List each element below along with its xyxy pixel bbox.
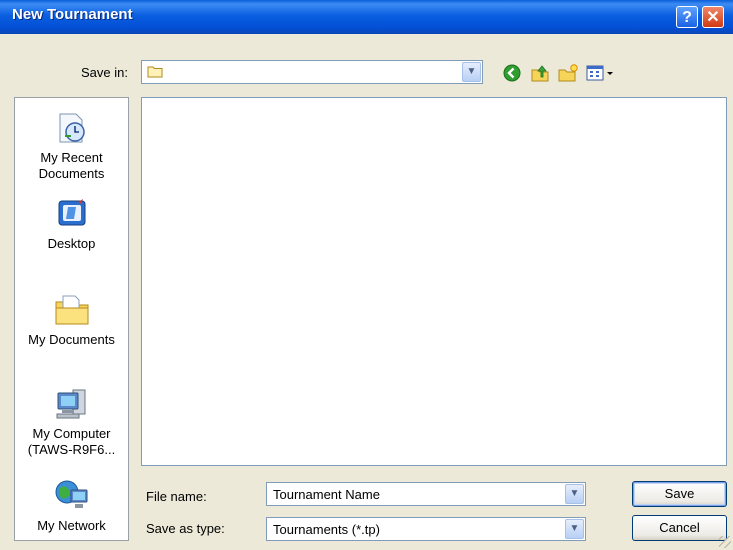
place-my-documents[interactable]: My Documents	[15, 290, 128, 348]
my-network-icon	[55, 480, 87, 508]
save-as-type-value: Tournaments (*.tp)	[273, 522, 380, 537]
place-my-computer[interactable]: My Computer (TAWS-R9F6...	[15, 384, 128, 458]
resize-grip[interactable]	[719, 536, 731, 548]
file-name-combo[interactable]: Tournament Name ▼	[266, 482, 586, 506]
place-my-network[interactable]: My Network	[15, 476, 128, 534]
file-list[interactable]	[141, 97, 727, 466]
my-computer-icon	[56, 389, 85, 419]
back-button[interactable]	[501, 62, 523, 84]
save-in-dropdown-button[interactable]: ▼	[462, 62, 481, 82]
place-label: My Computer (TAWS-R9F6...	[27, 426, 116, 457]
title-bar[interactable]: New Tournament ? ✕	[0, 0, 733, 34]
save-in-combo[interactable]: ▼	[141, 60, 483, 84]
desktop-icon	[58, 199, 85, 226]
place-my-recent-documents[interactable]: My Recent Documents	[15, 110, 128, 182]
my-documents-icon	[55, 295, 88, 325]
chevron-down-icon: ▼	[466, 66, 477, 77]
file-name-input[interactable]: Tournament Name	[273, 487, 380, 502]
file-name-label: File name:	[146, 489, 207, 504]
close-icon: ✕	[706, 9, 720, 26]
place-label: My Network	[37, 518, 106, 533]
up-folder-button[interactable]	[529, 62, 551, 84]
new-folder-icon	[558, 64, 578, 82]
window-title: New Tournament	[12, 6, 133, 23]
cancel-button[interactable]: Cancel	[632, 515, 727, 541]
question-icon: ?	[682, 9, 692, 26]
views-menu-button[interactable]	[585, 62, 619, 84]
save-as-type-label: Save as type:	[146, 521, 225, 536]
save-as-type-dropdown-button[interactable]: ▼	[565, 519, 584, 539]
chevron-down-icon: ▼	[569, 523, 580, 534]
save-in-label: Save in:	[81, 65, 128, 80]
place-label: My Recent Documents	[38, 150, 105, 181]
save-dialog: New Tournament ? ✕ Save in: ▼ My Recent …	[0, 0, 733, 550]
back-icon	[503, 64, 521, 82]
new-folder-button[interactable]	[557, 62, 579, 84]
place-label: Desktop	[47, 236, 96, 251]
place-desktop[interactable]: Desktop	[15, 196, 128, 252]
help-button[interactable]: ?	[676, 6, 698, 28]
recent-documents-icon	[59, 113, 85, 143]
folder-icon	[147, 66, 163, 78]
views-menu-icon	[586, 65, 613, 81]
save-as-type-select[interactable]: Tournaments (*.tp) ▼	[266, 517, 586, 541]
file-name-dropdown-button[interactable]: ▼	[565, 484, 584, 504]
close-button[interactable]: ✕	[702, 6, 724, 28]
chevron-down-icon: ▼	[569, 488, 580, 499]
place-label: My Documents	[28, 332, 115, 347]
places-bar: My Recent Documents Desktop My Documents	[14, 97, 129, 541]
up-folder-icon	[531, 65, 549, 82]
save-button[interactable]: Save	[632, 481, 727, 507]
